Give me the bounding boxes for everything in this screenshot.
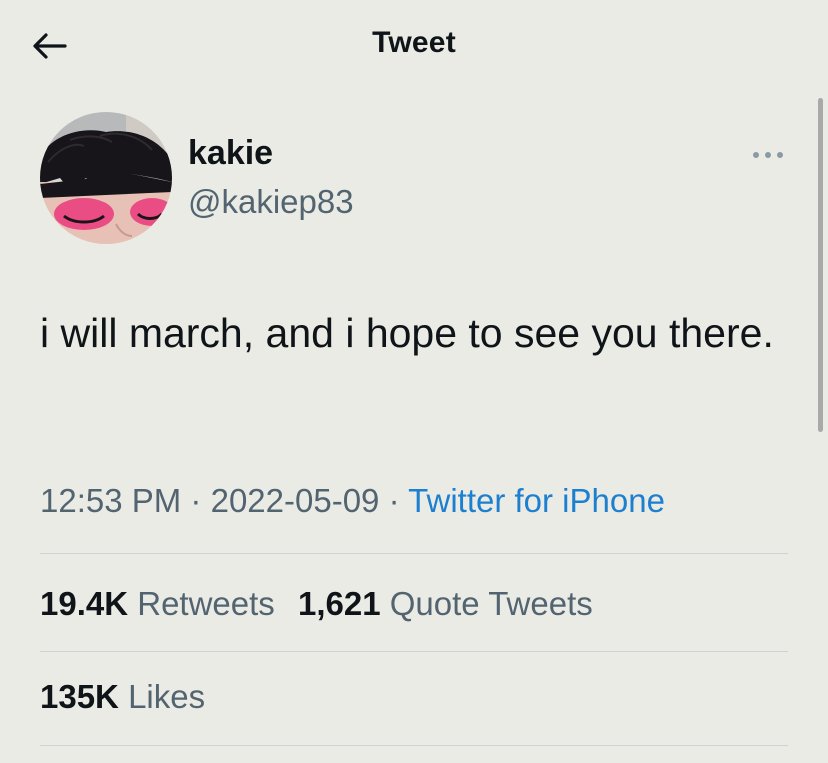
tweet-metadata: 12:53 PM · 2022-05-09 · Twitter for iPho… [40, 482, 665, 520]
tweet-time[interactable]: 12:53 PM [40, 482, 181, 519]
retweets-label: Retweets [137, 585, 275, 622]
meta-separator: · [190, 482, 202, 519]
quote-tweets-label: Quote Tweets [389, 585, 593, 622]
top-bar: Tweet [0, 0, 828, 90]
likes-label: Likes [128, 678, 206, 715]
divider [40, 745, 788, 746]
engagement-stats-row: 19.4K Retweets 1,621 Quote Tweets [40, 585, 593, 623]
likes-stat[interactable]: 135K Likes [40, 678, 205, 716]
display-name[interactable]: kakie [188, 134, 273, 173]
avatar-photo [40, 112, 172, 244]
more-horizontal-icon [753, 152, 783, 158]
likes-count: 135K [40, 678, 119, 715]
divider [40, 553, 788, 554]
tweet-source-link[interactable]: Twitter for iPhone [408, 482, 665, 519]
meta-separator: · [388, 482, 400, 519]
retweets-count: 19.4K [40, 585, 129, 622]
likes-stats-row: 135K Likes [40, 678, 205, 716]
tweet-text: i will march, and i hope to see you ther… [40, 310, 774, 356]
divider [40, 651, 788, 652]
quote-tweets-stat[interactable]: 1,621 Quote Tweets [298, 585, 593, 623]
username-handle[interactable]: @kakiep83 [188, 183, 354, 221]
more-options-button[interactable] [748, 138, 788, 172]
avatar[interactable] [40, 112, 172, 244]
tweet-date[interactable]: 2022-05-09 [211, 482, 380, 519]
scrollbar[interactable] [818, 98, 823, 432]
page-title: Tweet [372, 26, 456, 59]
quote-tweets-count: 1,621 [297, 585, 381, 622]
retweets-stat[interactable]: 19.4K Retweets [40, 585, 275, 623]
